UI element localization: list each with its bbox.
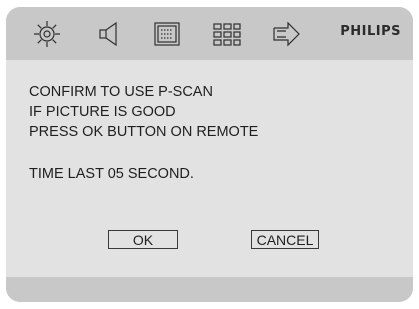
speaker-icon[interactable]	[92, 17, 126, 51]
countdown-text: TIME LAST 05 SECOND.	[29, 166, 194, 182]
menu-bar: PHILIPS	[6, 7, 413, 60]
cancel-button[interactable]: CANCEL	[251, 230, 319, 249]
osd-screen: PHILIPS CONFIRM TO USE P-SCAN IF PICTURE…	[6, 7, 413, 302]
confirm-line: CONFIRM TO USE P-SCAN	[29, 84, 213, 100]
grid-icon[interactable]	[210, 17, 244, 51]
instruction-line: PRESS OK BUTTON ON REMOTE	[29, 124, 259, 140]
gear-icon[interactable]	[30, 17, 64, 51]
arrow-right-icon[interactable]	[269, 17, 303, 51]
ok-button[interactable]: OK	[108, 230, 178, 249]
status-bar	[6, 277, 413, 302]
brand-logo: PHILIPS	[340, 24, 401, 39]
display-icon[interactable]	[150, 17, 184, 51]
condition-line: IF PICTURE IS GOOD	[29, 104, 176, 120]
